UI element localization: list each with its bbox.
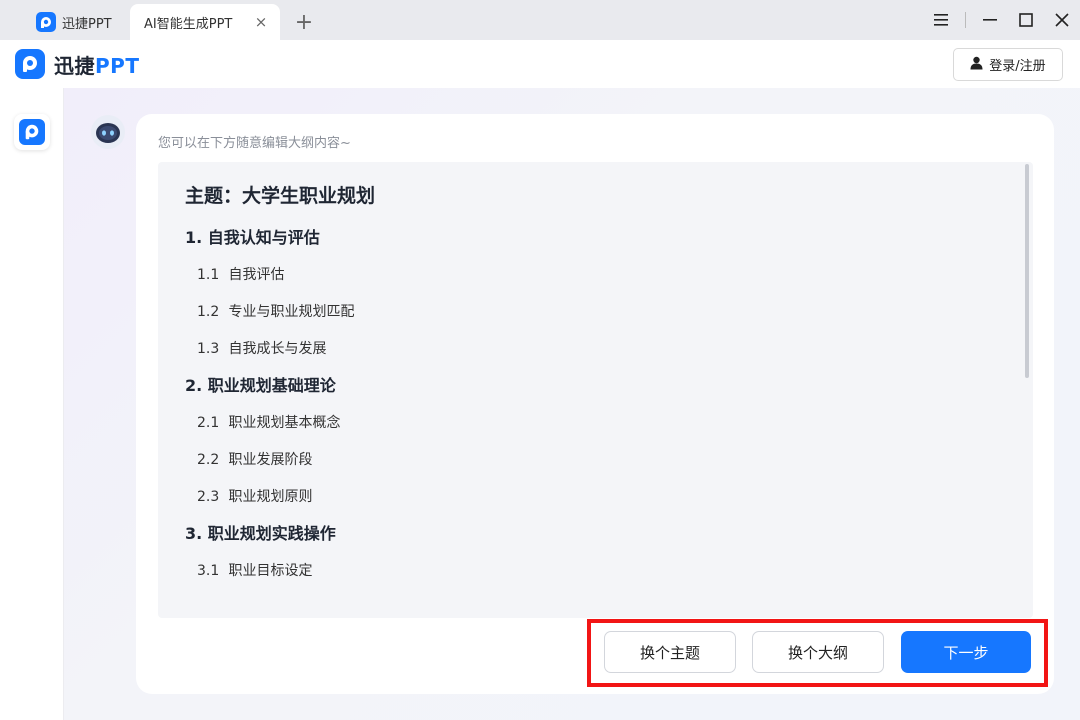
brand-name: 迅捷PPT bbox=[54, 50, 139, 79]
outline-item-number: 2.1 bbox=[197, 415, 220, 431]
brand[interactable]: 迅捷PPT bbox=[15, 49, 139, 79]
outline-item[interactable]: 1.2 专业与职业规划匹配 bbox=[185, 302, 1005, 322]
app-logo-icon bbox=[19, 119, 45, 145]
outline-item-text: 职业发展阶段 bbox=[228, 452, 313, 468]
outline-title[interactable]: 主题：大学生职业规划 bbox=[185, 184, 1005, 208]
brand-name-prefix: 迅捷 bbox=[54, 53, 95, 78]
outline-section[interactable]: 2. 职业规划基础理论 bbox=[185, 376, 1005, 396]
outline-item-number: 1.2 bbox=[197, 304, 220, 320]
change-topic-button[interactable]: 换个主题 bbox=[604, 631, 736, 673]
outline-card: 您可以在下方随意编辑大纲内容~ 主题：大学生职业规划 1. 自我认知与评估 1.… bbox=[136, 114, 1054, 694]
menu-icon[interactable] bbox=[923, 0, 959, 40]
outline-item-number: 2.2 bbox=[197, 452, 220, 468]
change-outline-button[interactable]: 换个大纲 bbox=[752, 631, 884, 673]
minimize-icon[interactable] bbox=[972, 0, 1008, 40]
window-close-icon[interactable] bbox=[1044, 0, 1080, 40]
outline-item[interactable]: 1.3 自我成长与发展 bbox=[185, 339, 1005, 359]
maximize-icon[interactable] bbox=[1008, 0, 1044, 40]
user-icon bbox=[970, 56, 983, 74]
window-controls bbox=[923, 0, 1080, 40]
close-icon[interactable]: × bbox=[252, 13, 270, 31]
divider bbox=[965, 12, 966, 28]
tab-label: 迅捷PPT bbox=[62, 16, 112, 32]
tab-ai-generate[interactable]: AI智能生成PPT × bbox=[130, 4, 280, 40]
left-sidebar bbox=[0, 88, 64, 720]
sidebar-item-home[interactable] bbox=[14, 114, 50, 150]
outline-item[interactable]: 2.3 职业规划原则 bbox=[185, 487, 1005, 507]
outline-item[interactable]: 3.1 职业目标设定 bbox=[185, 561, 1005, 581]
outline-section[interactable]: 3. 职业规划实践操作 bbox=[185, 524, 1005, 544]
outline-item-text: 自我成长与发展 bbox=[228, 341, 327, 357]
tab-label: AI智能生成PPT bbox=[144, 16, 233, 32]
login-register-label: 登录/注册 bbox=[989, 59, 1046, 74]
outline-item-number: 1.1 bbox=[197, 267, 220, 283]
outline-item[interactable]: 1.1 自我评估 bbox=[185, 265, 1005, 285]
app-logo-icon bbox=[36, 12, 56, 32]
outline-item[interactable]: 2.2 职业发展阶段 bbox=[185, 450, 1005, 470]
brand-name-suffix: PPT bbox=[95, 53, 140, 78]
tab-home[interactable]: 迅捷PPT bbox=[0, 4, 130, 40]
outline-item-text: 职业规划基本概念 bbox=[228, 415, 341, 431]
outline-item-text: 职业目标设定 bbox=[228, 563, 313, 579]
outline-item-number: 1.3 bbox=[197, 341, 220, 357]
outline-editor[interactable]: 主题：大学生职业规划 1. 自我认知与评估 1.1 自我评估 1.2 专业与职业… bbox=[158, 162, 1033, 618]
scrollbar[interactable] bbox=[1025, 164, 1029, 378]
main-content: 您可以在下方随意编辑大纲内容~ 主题：大学生职业规划 1. 自我认知与评估 1.… bbox=[64, 88, 1080, 720]
outline-item-text: 专业与职业规划匹配 bbox=[228, 304, 355, 320]
robot-avatar-icon bbox=[91, 115, 125, 149]
outline-item[interactable]: 2.1 职业规划基本概念 bbox=[185, 413, 1005, 433]
app-header: 迅捷PPT 登录/注册 bbox=[0, 40, 1080, 88]
outline-item-text: 自我评估 bbox=[228, 267, 285, 283]
next-step-button[interactable]: 下一步 bbox=[901, 631, 1031, 673]
outline-section[interactable]: 1. 自我认知与评估 bbox=[185, 228, 1005, 248]
app-logo-icon bbox=[15, 49, 45, 79]
login-register-button[interactable]: 登录/注册 bbox=[953, 48, 1063, 81]
outline-item-number: 3.1 bbox=[197, 563, 220, 579]
outline-content: 主题：大学生职业规划 1. 自我认知与评估 1.1 自我评估 1.2 专业与职业… bbox=[185, 184, 1005, 598]
edit-hint: 您可以在下方随意编辑大纲内容~ bbox=[158, 136, 351, 151]
plus-icon[interactable]: + bbox=[286, 4, 322, 40]
outline-item-number: 2.3 bbox=[197, 489, 220, 505]
window-titlebar: 迅捷PPT AI智能生成PPT × + bbox=[0, 0, 1080, 40]
outline-item-text: 职业规划原则 bbox=[228, 489, 313, 505]
